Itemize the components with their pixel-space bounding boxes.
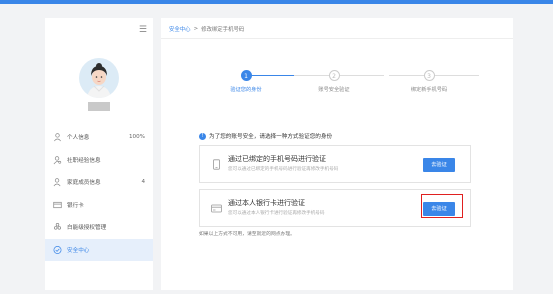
sidebar-item-security-center[interactable]: 安全中心	[45, 238, 153, 261]
sidebar-item-label: 家庭成员信息	[67, 180, 101, 187]
sidebar-item-bank-card[interactable]: 银行卡	[45, 194, 153, 217]
user-group-icon	[53, 178, 61, 187]
tip-text: 为了您的账号安全，请选择一种方式验证您的身份	[209, 134, 333, 140]
menu-lines-icon[interactable]: ☰	[139, 26, 147, 35]
breadcrumb-current: 修改绑定手机号码	[201, 27, 245, 33]
option-subtitle: 您可以通过已绑定的手机号码进行验证再修改手机号码	[228, 167, 339, 172]
option-subtitle: 您可以通过本人银行卡进行验证再修改手机号码	[228, 211, 325, 216]
avatar	[79, 58, 119, 98]
sidebar-item-work-experience[interactable]: 社职经验信息	[45, 149, 153, 172]
user-name-redacted	[88, 102, 110, 111]
sidebar-item-personal-info[interactable]: 个人信息 100%	[45, 126, 153, 149]
step-verify-identity: 1 验证您的身份	[211, 70, 281, 93]
step-account-security: 2 账号安全验证	[299, 70, 369, 93]
main-panel: 安全中心 > 修改绑定手机号码 1 验证您的身份 2 账号安全验证 3 绑定新手…	[161, 18, 513, 290]
sidebar-item-authorization[interactable]: 白能级授权管理	[45, 216, 153, 239]
sidebar: ☰ 个人信息 100% 社职经验信息 家庭成员信息 4 银行卡 白能级授权管理 …	[45, 18, 153, 290]
step-number: 3	[423, 70, 435, 81]
sidebar-item-label: 白能级授权管理	[67, 225, 107, 232]
step-bind-new-phone: 3 绑定新手机号码	[394, 70, 464, 93]
bank-card-icon	[211, 204, 222, 213]
option-title: 通过已绑定的手机号码进行验证	[228, 155, 326, 163]
step-label: 账号安全验证	[318, 87, 350, 93]
sidebar-menu: 个人信息 100% 社职经验信息 家庭成员信息 4 银行卡 白能级授权管理 安全…	[45, 126, 153, 261]
info-icon: !	[199, 132, 206, 140]
footnote: 如果以上方式不可用，请至就近的网点办理。	[199, 232, 295, 237]
header-divider	[161, 38, 513, 39]
step-number: 2	[328, 70, 340, 81]
option-card-phone: 通过已绑定的手机号码进行验证 您可以通过已绑定的手机号码进行验证再修改手机号码 …	[199, 145, 471, 183]
family-member-count: 4	[141, 179, 145, 186]
sidebar-item-family-members[interactable]: 家庭成员信息 4	[45, 171, 153, 194]
breadcrumb-separator: >	[193, 26, 199, 32]
user-icon	[54, 133, 61, 142]
profile-completion-value: 100%	[129, 134, 145, 141]
verify-by-phone-button[interactable]: 去验证	[423, 158, 455, 172]
step-label: 绑定新手机号码	[410, 87, 448, 93]
authorize-icon	[53, 223, 62, 230]
breadcrumb: 安全中心 > 修改绑定手机号码	[169, 25, 244, 33]
sidebar-item-label: 银行卡	[67, 202, 84, 209]
top-accent-bar	[0, 0, 553, 4]
breadcrumb-root-link[interactable]: 安全中心	[169, 25, 191, 33]
option-title: 通过本人银行卡进行验证	[228, 199, 305, 207]
card-icon	[53, 201, 62, 208]
user-search-icon	[53, 155, 62, 165]
phone-icon	[213, 159, 220, 170]
red-highlight-box	[421, 194, 463, 218]
step-number: 1	[240, 70, 252, 81]
step-label: 验证您的身份	[230, 87, 262, 93]
shield-icon	[53, 245, 62, 254]
verification-tip: ! 为了您的账号安全，请选择一种方式验证您的身份	[199, 132, 332, 140]
sidebar-item-label: 个人信息	[67, 135, 90, 142]
sidebar-item-label: 社职经验信息	[67, 157, 101, 164]
progress-steps: 1 验证您的身份 2 账号安全验证 3 绑定新手机号码	[211, 66, 479, 106]
sidebar-item-label: 安全中心	[67, 247, 90, 254]
